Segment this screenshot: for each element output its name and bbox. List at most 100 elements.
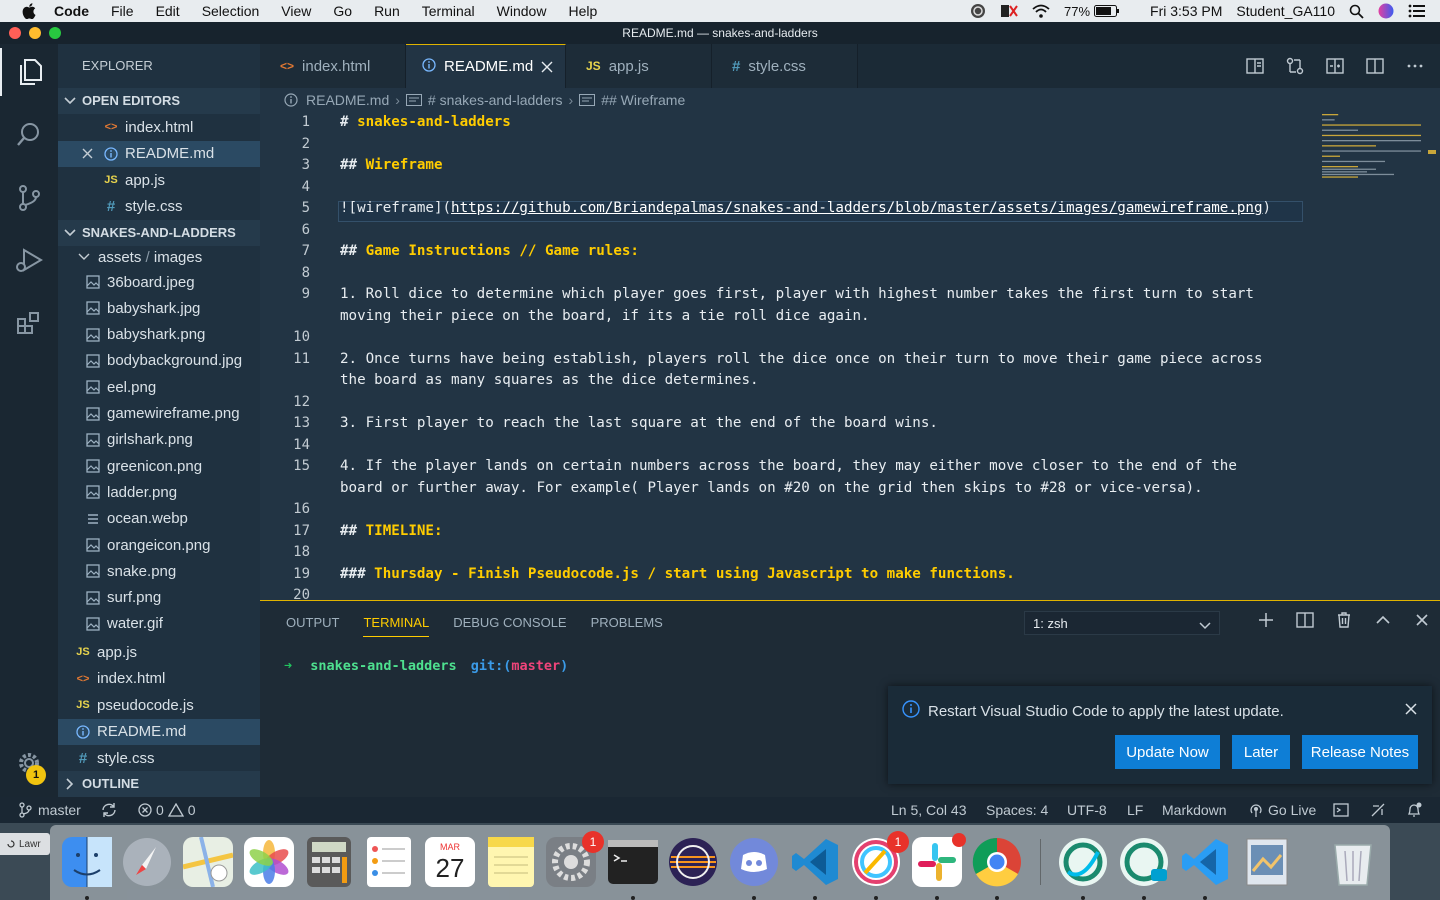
trash-icon[interactable] (1326, 835, 1380, 889)
menu-window[interactable]: Window (497, 3, 547, 19)
system-preferences-icon[interactable]: 1 (544, 831, 604, 889)
open-editor-item[interactable]: <> index.html (58, 114, 260, 140)
open-preview-icon[interactable] (1246, 57, 1264, 75)
project-header[interactable]: SNAKES-AND-LADDERS (58, 220, 260, 246)
close-tab-icon[interactable] (541, 61, 553, 73)
menu-app-name[interactable]: Code (54, 3, 89, 19)
minimap[interactable] (1312, 112, 1440, 600)
tab-problems[interactable]: PROBLEMS (591, 615, 663, 637)
tab-terminal[interactable]: TERMINAL (363, 615, 430, 637)
close-window-button[interactable] (9, 27, 21, 39)
link-url[interactable]: https://github.com/Briandepalmas/snakes-… (451, 200, 1262, 216)
file-item[interactable]: orangeicon.png (58, 532, 260, 558)
file-item[interactable]: <> index.html (58, 666, 260, 692)
search-activity[interactable] (0, 110, 58, 158)
explorer-activity[interactable] (0, 48, 58, 96)
user-name[interactable]: Student_GA110 (1236, 3, 1335, 19)
cursor-position[interactable]: Ln 5, Col 43 (891, 802, 967, 818)
split-terminal-icon[interactable] (1285, 611, 1324, 629)
photos-icon[interactable] (242, 835, 296, 889)
app-status-icon[interactable] (1000, 3, 1018, 19)
language-mode[interactable]: Markdown (1162, 802, 1227, 818)
file-item[interactable]: girlshark.png (58, 427, 260, 453)
open-editor-item[interactable]: README.md (58, 140, 260, 167)
tab-style-css[interactable]: # style.css (712, 44, 858, 88)
git-branch[interactable]: master (18, 802, 81, 818)
end-of-line[interactable]: LF (1127, 802, 1143, 818)
tab-app-js[interactable]: JS app.js (566, 44, 712, 88)
update-now-button[interactable]: Update Now (1115, 735, 1220, 769)
clock[interactable]: Fri 3:53 PM (1150, 3, 1222, 19)
notification-center-icon[interactable] (1408, 4, 1426, 18)
preview-icon[interactable] (1240, 835, 1294, 889)
menu-selection[interactable]: Selection (202, 3, 260, 19)
sync-status-icon[interactable] (970, 3, 986, 19)
finder-icon[interactable] (60, 835, 114, 889)
problems-status[interactable]: 0 0 (138, 802, 196, 818)
file-item[interactable]: greenicon.png (58, 453, 260, 479)
apple-menu-icon[interactable] (20, 2, 38, 20)
terminal-icon[interactable] (606, 835, 660, 889)
close-editor-icon[interactable] (82, 148, 93, 159)
menu-help[interactable]: Help (568, 3, 597, 19)
maximize-panel-icon[interactable] (1363, 611, 1402, 629)
later-button[interactable]: Later (1232, 735, 1290, 769)
launchpad-icon[interactable] (120, 835, 174, 889)
code-editor[interactable]: 1 # snakes-and-ladders 2 3 ## Wireframe 4 5 ![w… (260, 112, 1440, 600)
file-item[interactable]: snake.png (58, 558, 260, 584)
release-notes-button[interactable]: Release Notes (1302, 735, 1418, 769)
chrome-icon[interactable] (970, 835, 1024, 889)
feedback-icon[interactable] (1370, 802, 1386, 818)
minimize-window-button[interactable] (29, 27, 41, 39)
sync-button[interactable] (100, 802, 118, 818)
file-item[interactable]: JS app.js (58, 639, 260, 665)
open-editors-header[interactable]: OPEN EDITORS (58, 88, 260, 114)
new-terminal-icon[interactable] (1246, 611, 1285, 629)
file-item[interactable]: bodybackground.jpg (58, 348, 260, 374)
tab-output[interactable]: OUTPUT (286, 615, 339, 637)
vscode-icon[interactable] (788, 835, 842, 889)
indentation[interactable]: Spaces: 4 (986, 802, 1048, 818)
manage-activity[interactable]: 1 (0, 739, 58, 787)
breadcrumb-file[interactable]: README.md (306, 92, 389, 108)
spotlight-search-icon[interactable] (1349, 4, 1364, 19)
calculator-icon[interactable] (302, 835, 356, 889)
background-window-label[interactable]: Lawr (0, 833, 50, 855)
notes-icon[interactable] (484, 835, 538, 889)
file-item[interactable]: README.md (58, 718, 260, 745)
battery-percentage[interactable]: 77% (1064, 4, 1090, 19)
maps-icon[interactable] (181, 835, 235, 889)
menu-go[interactable]: Go (333, 3, 352, 19)
close-notification-icon[interactable] (1404, 702, 1418, 719)
file-item[interactable]: surf.png (58, 585, 260, 611)
folder-assets-images[interactable]: assets / images (58, 244, 260, 270)
webex-meetings-icon[interactable] (1117, 835, 1171, 889)
file-item[interactable]: ocean.webp (58, 506, 260, 532)
file-item[interactable]: ladder.png (58, 479, 260, 505)
terminal-toggle-icon[interactable] (1333, 802, 1349, 818)
menu-run[interactable]: Run (374, 3, 400, 19)
discord-icon[interactable] (727, 835, 781, 889)
trash-icon[interactable] (1324, 611, 1363, 629)
breadcrumb-heading-2[interactable]: ## Wireframe (601, 92, 685, 108)
tab-index-html[interactable]: <> index.html (260, 44, 406, 88)
close-panel-icon[interactable] (1402, 611, 1440, 629)
file-item[interactable]: babyshark.png (58, 322, 260, 348)
chat-icon[interactable]: 1 (849, 831, 909, 889)
battery-icon[interactable] (1094, 5, 1120, 17)
calendar-icon[interactable]: MAR 27 (423, 835, 477, 889)
compare-changes-icon[interactable] (1286, 57, 1304, 75)
file-item[interactable]: eel.png (58, 374, 260, 400)
wifi-icon[interactable] (1032, 4, 1050, 18)
file-item[interactable]: JS pseudocode.js (58, 692, 260, 718)
reminders-icon[interactable] (362, 835, 416, 889)
menu-terminal[interactable]: Terminal (422, 3, 475, 19)
menu-file[interactable]: File (111, 3, 134, 19)
open-editor-item[interactable]: # style.css (58, 194, 260, 220)
file-item[interactable]: 36board.jpeg (58, 269, 260, 295)
open-editor-item[interactable]: JS app.js (58, 167, 260, 193)
tab-debug-console[interactable]: DEBUG CONSOLE (453, 615, 566, 637)
extensions-activity[interactable] (0, 299, 58, 347)
vscode-alt-icon[interactable] (1178, 835, 1232, 889)
file-item[interactable]: water.gif (58, 611, 260, 637)
